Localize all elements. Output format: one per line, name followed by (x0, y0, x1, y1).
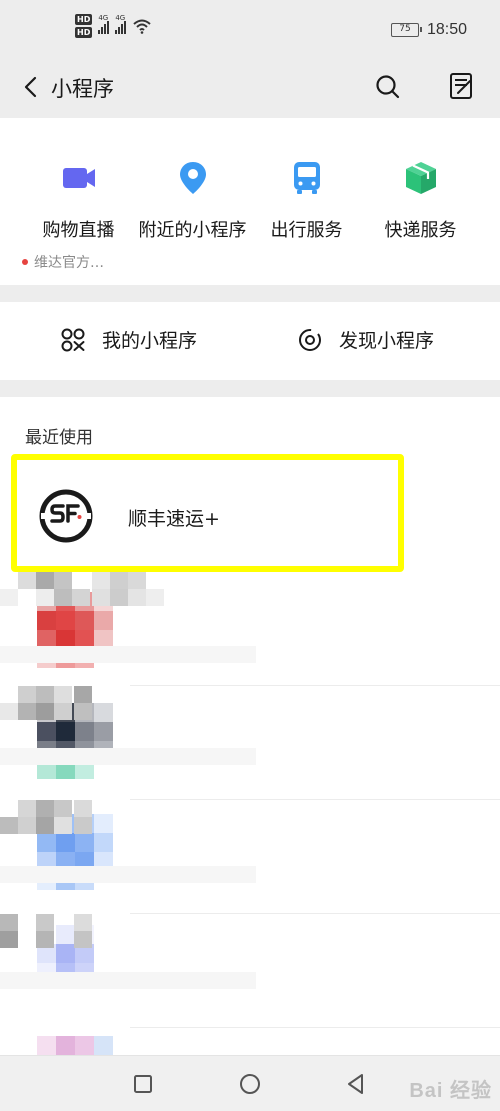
list-item[interactable] (0, 572, 500, 686)
four-circles-icon (61, 328, 85, 351)
status-time: 18:50 (426, 21, 467, 38)
list-item[interactable] (0, 1028, 500, 1055)
status-bar: HD HD 4G 4G 75 18:50 (0, 0, 500, 62)
package-box-icon (405, 162, 436, 194)
shortcut-label: 购物直播 (42, 220, 115, 241)
live-status: 维达官方… (22, 252, 104, 272)
discover-mini-programs-button[interactable]: 发现小程序 (297, 326, 434, 353)
sf-express-logo[interactable] (38, 488, 94, 544)
top-navigation-bar: 小程序 (0, 62, 500, 118)
live-streamer-name: 维达官方… (34, 255, 104, 271)
shortcut-label: 出行服务 (270, 220, 343, 241)
list-item[interactable] (0, 686, 500, 800)
triangle-back-icon[interactable] (344, 1072, 368, 1096)
signal-icon: 4G (115, 14, 127, 34)
my-mini-programs-label: 我的小程序 (102, 330, 198, 352)
network-indicators: HD HD 4G 4G (75, 14, 152, 38)
hd-badge: HD (75, 27, 93, 38)
list-item[interactable] (0, 800, 500, 914)
section-title: 最近使用 (25, 428, 93, 448)
circle-home-icon[interactable] (238, 1072, 262, 1096)
list-item[interactable] (0, 914, 500, 1028)
battery-icon: 75 (390, 23, 422, 37)
my-mini-programs-button[interactable]: 我的小程序 (60, 326, 197, 353)
video-camera-icon (62, 168, 95, 188)
shortcut-label: 附近的小程序 (138, 220, 247, 241)
watermark: Bai 经验 (409, 1080, 492, 1102)
live-dot-icon (22, 259, 28, 265)
square-recents-icon[interactable] (131, 1072, 155, 1096)
back-arrow-icon[interactable] (18, 72, 48, 102)
section-divider (0, 285, 500, 302)
shortcut-label: 快递服务 (384, 220, 457, 241)
system-navigation-bar: Bai 经验 (0, 1055, 500, 1111)
bus-icon (293, 162, 320, 194)
mini-program-entry-row: 我的小程序 发现小程序 (0, 302, 500, 380)
discover-target-icon (299, 328, 321, 351)
discover-mini-programs-label: 发现小程序 (339, 330, 435, 352)
wifi-icon (133, 19, 152, 34)
signal-icon: 4G (98, 14, 110, 34)
recently-used-section: 最近使用 顺丰速运+ (0, 397, 500, 1055)
mini-program-name[interactable]: 顺丰速运+ (128, 504, 220, 531)
location-pin-icon (179, 162, 206, 194)
edit-list-icon[interactable] (444, 69, 478, 103)
section-divider (0, 380, 500, 397)
shortcut-grid: 购物直播 维达官方… 附近的小程序 出行服务 快递服务 (0, 118, 500, 285)
page-title: 小程序 (51, 77, 114, 101)
hd-badge: HD (75, 14, 93, 25)
search-icon[interactable] (372, 71, 404, 103)
